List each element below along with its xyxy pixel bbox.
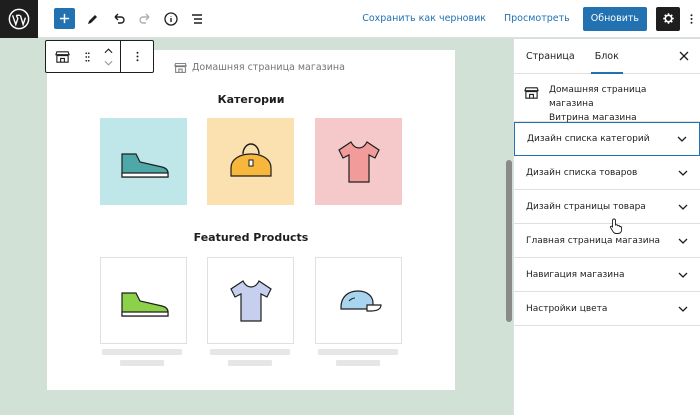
tab-page[interactable]: Страница: [516, 39, 585, 73]
move-buttons[interactable]: [96, 41, 120, 72]
panel-label: Навигация магазина: [526, 269, 625, 280]
category-tile[interactable]: [100, 118, 187, 205]
panel-product-list-design[interactable]: Дизайн списка товаров: [514, 156, 700, 190]
panel-label: Дизайн страницы товара: [526, 201, 646, 212]
block-card: Домашняя страница магазина Витрина магаз…: [514, 74, 700, 123]
preview-button[interactable]: Просмотреть: [497, 13, 577, 24]
undo-button[interactable]: [107, 7, 131, 31]
block-card-title: Домашняя страница магазина: [549, 85, 647, 109]
editor-header: Сохранить как черновик Просмотреть Обнов…: [0, 0, 700, 38]
panel-label: Главная страница магазина: [526, 235, 660, 246]
drag-handle[interactable]: [78, 41, 96, 72]
redo-icon: [139, 13, 150, 24]
chevron-down-icon: [678, 272, 688, 278]
chevron-down-icon: [678, 170, 688, 176]
details-button[interactable]: [159, 7, 183, 31]
info-icon: [164, 11, 178, 26]
product-title-placeholder: [102, 349, 182, 355]
panel-color-settings[interactable]: Настройки цвета: [514, 292, 700, 326]
featured-products-title: Featured Products: [193, 231, 309, 244]
block-label: Домашняя страница магазина: [174, 61, 345, 74]
product-tile[interactable]: [207, 257, 294, 344]
kebab-icon: [690, 13, 692, 24]
gear-icon: [662, 13, 674, 24]
block-toolbar: [45, 40, 154, 73]
panel-product-page-design[interactable]: Дизайн страницы товара: [514, 190, 700, 224]
kebab-icon: [136, 51, 138, 62]
category-tile[interactable]: [207, 118, 294, 205]
product-price-placeholder: [228, 360, 272, 366]
block-type-button[interactable]: [46, 41, 78, 72]
list-view-button[interactable]: [185, 7, 209, 31]
chevron-down-icon: [677, 136, 687, 142]
sneaker-icon: [120, 291, 169, 317]
tshirt-icon: [337, 140, 380, 183]
close-icon[interactable]: [678, 50, 690, 62]
product-price-placeholder: [336, 360, 380, 366]
panel-label: Дизайн списка товаров: [526, 167, 638, 178]
canvas-scrollbar[interactable]: [506, 160, 512, 322]
panel-store-homepage[interactable]: Главная страница магазина: [514, 224, 700, 258]
tab-block[interactable]: Блок: [585, 39, 629, 74]
cap-icon: [339, 289, 382, 312]
chevron-up-icon[interactable]: [104, 47, 113, 54]
chevron-down-icon[interactable]: [104, 60, 113, 66]
hand-cursor-icon: [609, 218, 623, 234]
settings-sidebar: Страница Блок Домашняя страница магазина…: [513, 39, 700, 415]
settings-button[interactable]: [656, 6, 680, 31]
panel-label: Дизайн списка категорий: [527, 134, 650, 144]
product-title-placeholder: [318, 349, 398, 355]
tools-button[interactable]: [81, 7, 105, 31]
tshirt-icon: [229, 279, 272, 322]
bag-icon: [229, 142, 272, 177]
update-button[interactable]: Обновить: [582, 6, 647, 31]
chevron-down-icon: [678, 306, 688, 312]
store-icon: [174, 62, 187, 73]
save-draft-button[interactable]: Сохранить как черновик: [355, 13, 493, 24]
plus-icon: [59, 13, 70, 24]
product-title-placeholder: [210, 349, 290, 355]
panel-category-list-design[interactable]: Дизайн списка категорий: [514, 122, 700, 156]
block-label-text: Домашняя страница магазина: [192, 62, 345, 73]
block-options-button[interactable]: [120, 41, 153, 72]
add-block-button[interactable]: [54, 8, 75, 29]
undo-icon: [114, 13, 125, 24]
pencil-icon: [88, 14, 97, 24]
product-tile[interactable]: [315, 257, 402, 344]
sneaker-icon: [120, 152, 169, 178]
drag-icon: [84, 51, 90, 62]
product-tile[interactable]: [100, 257, 187, 344]
product-price-placeholder: [120, 360, 164, 366]
panel-store-navigation[interactable]: Навигация магазина: [514, 258, 700, 292]
categories-title: Категории: [217, 93, 285, 106]
sidebar-tabs: Страница Блок: [514, 39, 700, 74]
options-button[interactable]: [682, 7, 700, 31]
chevron-down-icon: [678, 204, 688, 210]
block-card-description: Витрина магазина: [549, 113, 637, 123]
panel-label: Настройки цвета: [526, 303, 608, 314]
redo-button[interactable]: [133, 7, 157, 31]
category-tile[interactable]: [315, 118, 402, 205]
store-icon: [54, 51, 70, 63]
chevron-down-icon: [678, 238, 688, 244]
list-view-icon: [192, 13, 202, 24]
store-icon: [524, 87, 539, 99]
wordpress-logo-icon[interactable]: [0, 0, 38, 38]
